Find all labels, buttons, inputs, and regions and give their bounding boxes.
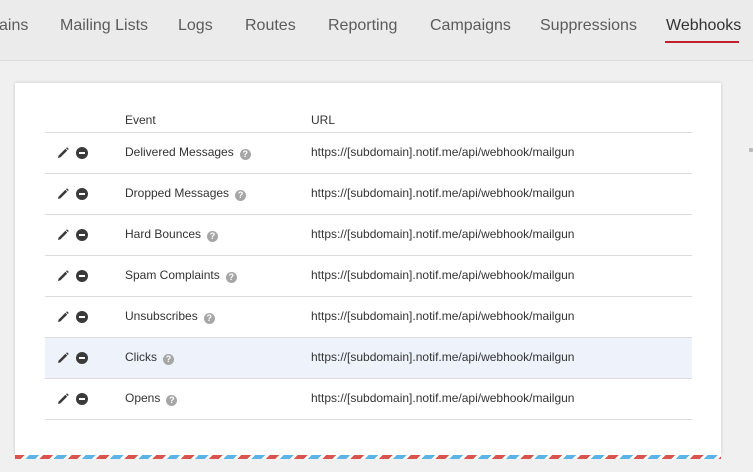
event-name: Hard Bounces?	[125, 227, 219, 242]
question-icon[interactable]: ?	[207, 231, 219, 242]
table-row: Spam Complaints? https://[subdomain].noti…	[45, 256, 692, 297]
event-label: Unsubscribes	[125, 309, 198, 323]
table-row: Delivered Messages? https://[subdomain].n…	[45, 133, 692, 174]
pencil-icon[interactable]	[57, 146, 69, 158]
nav-tab-mailing-lists[interactable]: Mailing Lists	[60, 17, 148, 35]
nav-tab-campaigns[interactable]: Campaigns	[430, 17, 511, 35]
nav-tab-suppressions[interactable]: Suppressions	[540, 17, 637, 35]
question-icon[interactable]: ?	[225, 272, 237, 283]
webhooks-table: Event URL Delivered Messages? https://[su…	[45, 110, 692, 420]
pencil-icon[interactable]	[57, 228, 69, 240]
webhook-url: https://[subdomain].notif.me/api/webhook…	[311, 186, 575, 200]
minus-circle-icon[interactable]	[76, 229, 88, 241]
minus-circle-icon[interactable]	[76, 147, 88, 159]
event-name: Opens?	[125, 391, 178, 406]
question-icon[interactable]: ?	[166, 395, 178, 406]
event-name: Spam Complaints?	[125, 268, 237, 283]
minus-circle-icon[interactable]	[76, 188, 88, 200]
pencil-icon[interactable]	[57, 310, 69, 322]
column-header-event: Event	[125, 113, 156, 127]
nav-tab-logs[interactable]: Logs	[178, 17, 213, 35]
question-icon[interactable]: ?	[203, 313, 215, 324]
pencil-icon[interactable]	[57, 351, 69, 363]
event-label: Delivered Messages	[125, 145, 234, 159]
offscreen-content-edge	[749, 148, 753, 152]
webhook-url: https://[subdomain].notif.me/api/webhook…	[311, 227, 575, 241]
table-row: Unsubscribes? https://[subdomain].notif.m…	[45, 297, 692, 338]
event-label: Clicks	[125, 350, 157, 364]
question-icon[interactable]: ?	[163, 354, 174, 365]
column-header-url: URL	[311, 113, 336, 127]
table-row: Clicks? https://[subdomain].notif.me/api/…	[45, 338, 692, 379]
webhook-url: https://[subdomain].notif.me/api/webhook…	[311, 268, 575, 282]
event-name: Dropped Messages?	[125, 186, 247, 201]
nav-tab-reporting[interactable]: Reporting	[328, 17, 397, 35]
event-label: Spam Complaints	[125, 268, 220, 282]
nav-tab-domains[interactable]: ains	[0, 17, 28, 35]
event-label: Dropped Messages	[125, 186, 230, 200]
question-icon[interactable]: ?	[239, 149, 251, 160]
table-row: Dropped Messages? https://[subdomain].not…	[45, 174, 692, 215]
event-name: Clicks?	[125, 350, 174, 365]
webhook-url: https://[subdomain].notif.me/api/webhook…	[311, 391, 575, 405]
table-header: Event URL	[45, 110, 692, 133]
table-body: Delivered Messages? https://[subdomain].n…	[45, 133, 692, 420]
active-tab-underline	[665, 41, 739, 43]
minus-circle-icon[interactable]	[76, 311, 88, 323]
table-row: Hard Bounces? https://[subdomain].notif.m…	[45, 215, 692, 256]
event-label: Hard Bounces	[125, 227, 202, 241]
table-row: Opens? https://[subdomain].notif.me/api/w…	[45, 379, 692, 420]
event-label: Opens	[125, 391, 161, 405]
nav-tab-routes[interactable]: Routes	[245, 17, 296, 35]
pencil-icon[interactable]	[57, 269, 69, 281]
nav-tab-webhooks[interactable]: Webhooks	[666, 17, 741, 35]
minus-circle-icon[interactable]	[76, 270, 88, 282]
webhook-url: https://[subdomain].notif.me/api/webhook…	[311, 350, 575, 364]
pencil-icon[interactable]	[57, 187, 69, 199]
minus-circle-icon[interactable]	[76, 393, 88, 405]
airmail-border	[15, 455, 721, 459]
top-navigation: ains Mailing Lists Logs Routes Reporting…	[0, 0, 753, 61]
event-name: Delivered Messages?	[125, 145, 251, 160]
webhook-url: https://[subdomain].notif.me/api/webhook…	[311, 309, 575, 323]
webhook-url: https://[subdomain].notif.me/api/webhook…	[311, 145, 575, 159]
event-name: Unsubscribes?	[125, 309, 215, 324]
pencil-icon[interactable]	[57, 392, 69, 404]
minus-circle-icon[interactable]	[76, 352, 88, 364]
question-icon[interactable]: ?	[235, 190, 247, 201]
